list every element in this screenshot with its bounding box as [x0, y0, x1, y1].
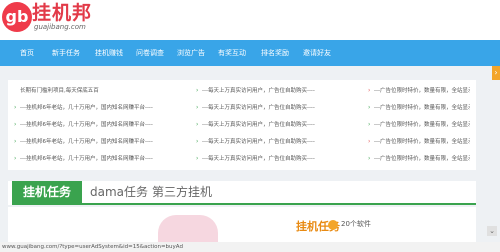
- notice-row: 长期有门槛利项目,每天保底五百 › ---每天上万真实访问用户，广告位自助购买-…: [8, 83, 476, 99]
- notice-link[interactable]: ---每天上万真实访问用户，广告位自助购买----: [202, 117, 338, 133]
- nav-item-afk-earn[interactable]: 挂机赚钱: [95, 40, 123, 66]
- logo-mark: gb: [2, 2, 32, 32]
- notice-link[interactable]: ---每天上万真实访问用户，广告位自助购买----: [202, 134, 338, 150]
- notice-row: › ---挂机邦6年老站，几十万用户，国内知名网赚平台---- › ---每天上…: [8, 117, 476, 133]
- notice-row: › ---挂机邦6年老站，几十万用户，国内知名网赚平台---- › ---每天上…: [8, 100, 476, 116]
- notice-row: › ---挂机邦6年老站，几十万用户，国内知名网赚平台---- › ---每天上…: [8, 151, 476, 167]
- notice-link[interactable]: ---挂机邦6年老站，几十万用户，国内知名网赚平台----: [20, 151, 180, 167]
- arrow-icon: ›: [368, 155, 371, 162]
- notice-link[interactable]: ---每天上万真实访问用户，广告位自助购买----: [202, 100, 338, 116]
- nav-item-invite[interactable]: 邀请好友: [303, 40, 331, 66]
- arrow-icon: ›: [196, 87, 199, 94]
- site-logo[interactable]: gb 挂机邦 guajibang.com: [2, 2, 102, 36]
- nav-item-ranking[interactable]: 排名奖励: [261, 40, 289, 66]
- scroll-right-icon[interactable]: ›: [492, 66, 500, 80]
- site-name: 挂机邦: [32, 2, 93, 24]
- scroll-down-icon[interactable]: ⌄: [487, 226, 497, 236]
- site-header: gb 挂机邦 guajibang.com: [0, 0, 500, 40]
- nav-item-newbie-task[interactable]: 新手任务: [52, 40, 80, 66]
- nav-item-interaction[interactable]: 有奖互动: [218, 40, 246, 66]
- arrow-icon: ›: [196, 121, 199, 128]
- notice-link[interactable]: ---广告位限时特价，数量有限，全站显示---: [374, 83, 470, 99]
- arrow-icon: ›: [196, 138, 199, 145]
- main-nav: 首页 新手任务 挂机赚钱 问卷调查 浏览广告 有奖互动 排名奖励 邀请好友: [0, 40, 500, 66]
- arrow-icon: ›: [14, 104, 17, 111]
- arrow-icon: ›: [196, 155, 199, 162]
- count-icon: [328, 220, 338, 230]
- notice-link[interactable]: ---挂机邦6年老站，几十万用户，国内知名网赚平台----: [20, 117, 180, 133]
- notice-link[interactable]: ---广告位限时特价，数量有限，全站显示---: [374, 117, 470, 133]
- nav-item-survey[interactable]: 问卷调查: [136, 40, 164, 66]
- arrow-icon: ›: [14, 138, 17, 145]
- notice-link[interactable]: ---每天上万真实访问用户，广告位自助购买----: [202, 83, 338, 99]
- notice-link[interactable]: 长期有门槛利项目,每天保底五百: [20, 83, 160, 99]
- task-tabs: 挂机任务 dama任务 第三方挂机: [8, 181, 476, 205]
- notice-link[interactable]: ---广告位限时特价，数量有限，全站显示---: [374, 100, 470, 116]
- arrow-icon: ›: [368, 138, 371, 145]
- notice-row: › ---挂机邦6年老站，几十万用户，国内知名网赚平台---- › ---每天上…: [8, 134, 476, 150]
- arrow-icon: ›: [368, 121, 371, 128]
- arrow-icon: ›: [14, 121, 17, 128]
- nav-item-browse-ads[interactable]: 浏览广告: [177, 40, 205, 66]
- site-domain: guajibang.com: [34, 23, 86, 31]
- notice-link[interactable]: ---挂机邦6年老站，几十万用户，国内知名网赚平台----: [20, 134, 180, 150]
- tab-dama-task[interactable]: dama任务: [90, 181, 148, 203]
- arrow-icon: ›: [196, 104, 199, 111]
- arrow-icon: ›: [368, 87, 371, 94]
- notice-link[interactable]: ---广告位限时特价，数量有限，全站显示---: [374, 151, 470, 167]
- notice-link[interactable]: ---广告位限时特价，数量有限，全站显示---: [374, 134, 470, 150]
- tab-third-party-afk[interactable]: 第三方挂机: [152, 181, 212, 203]
- tab-underline: [12, 203, 476, 205]
- arrow-icon: ›: [368, 104, 371, 111]
- notice-link[interactable]: ---挂机邦6年老站，几十万用户，国内知名网赚平台----: [20, 100, 180, 116]
- tab-afk-task[interactable]: 挂机任务: [12, 181, 82, 203]
- software-count: 20个软件: [341, 220, 371, 228]
- status-url: www.guajibang.com/?type=userAdSystem&id=…: [2, 244, 183, 250]
- arrow-icon: ›: [14, 155, 17, 162]
- nav-item-home[interactable]: 首页: [20, 40, 34, 66]
- browser-status-bar: www.guajibang.com/?type=userAdSystem&id=…: [0, 242, 500, 252]
- notice-panel: 长期有门槛利项目,每天保底五百 › ---每天上万真实访问用户，广告位自助购买-…: [8, 80, 476, 170]
- notice-link[interactable]: ---每天上万真实访问用户，广告位自助购买----: [202, 151, 338, 167]
